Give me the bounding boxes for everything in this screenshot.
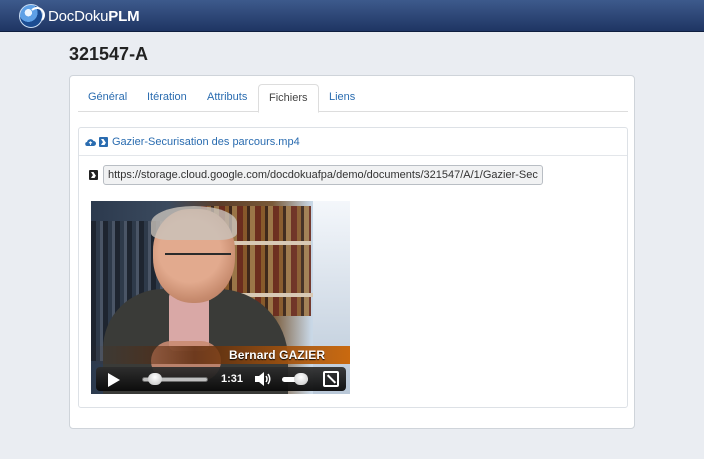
brand-logo[interactable]: DocDokuPLM xyxy=(19,3,140,29)
video-person-glasses xyxy=(165,253,231,267)
google-drive-icon[interactable] xyxy=(99,137,108,147)
document-card: Général Itération Attributs Fichiers Lie… xyxy=(69,75,635,429)
tab-general[interactable]: Général xyxy=(78,84,137,112)
tab-links[interactable]: Liens xyxy=(319,84,365,112)
video-controls: 1:31 xyxy=(96,367,346,391)
video-caption: Bernard GAZIER xyxy=(229,348,326,362)
file-link[interactable]: Gazier-Securisation des parcours.mp4 xyxy=(85,136,300,148)
url-row xyxy=(89,165,543,185)
video-time: 1:31 xyxy=(221,373,244,385)
tab-bar: Général Itération Attributs Fichiers Lie… xyxy=(78,84,628,113)
fullscreen-icon[interactable] xyxy=(323,371,339,387)
file-url-field[interactable] xyxy=(103,165,543,185)
play-icon[interactable] xyxy=(108,373,120,387)
seek-handle[interactable] xyxy=(148,373,162,385)
volume-icon[interactable] xyxy=(254,372,272,386)
file-panel-header: Gazier-Securisation des parcours.mp4 xyxy=(79,128,627,156)
page-title: 321547-A xyxy=(69,44,149,64)
brand-bold: PLM xyxy=(108,7,140,25)
video-person-hair xyxy=(151,206,237,240)
google-drive-icon xyxy=(89,170,98,180)
brand-light: DocDoku xyxy=(48,7,109,25)
video-player[interactable]: Bernard GAZIER 1:31 xyxy=(91,201,350,394)
top-navbar: DocDokuPLM xyxy=(0,0,704,32)
file-name: Gazier-Securisation des parcours.mp4 xyxy=(112,136,300,148)
tab-iteration[interactable]: Itération xyxy=(137,84,197,112)
brand-name: DocDokuPLM xyxy=(48,7,140,25)
tab-files[interactable]: Fichiers xyxy=(258,84,319,113)
logo-icon xyxy=(19,4,45,28)
cloud-upload-icon[interactable] xyxy=(85,138,96,147)
volume-handle[interactable] xyxy=(294,373,308,385)
tab-attributes[interactable]: Attributs xyxy=(197,84,257,112)
file-panel: Gazier-Securisation des parcours.mp4 htt… xyxy=(78,127,628,408)
video-window xyxy=(313,201,350,394)
